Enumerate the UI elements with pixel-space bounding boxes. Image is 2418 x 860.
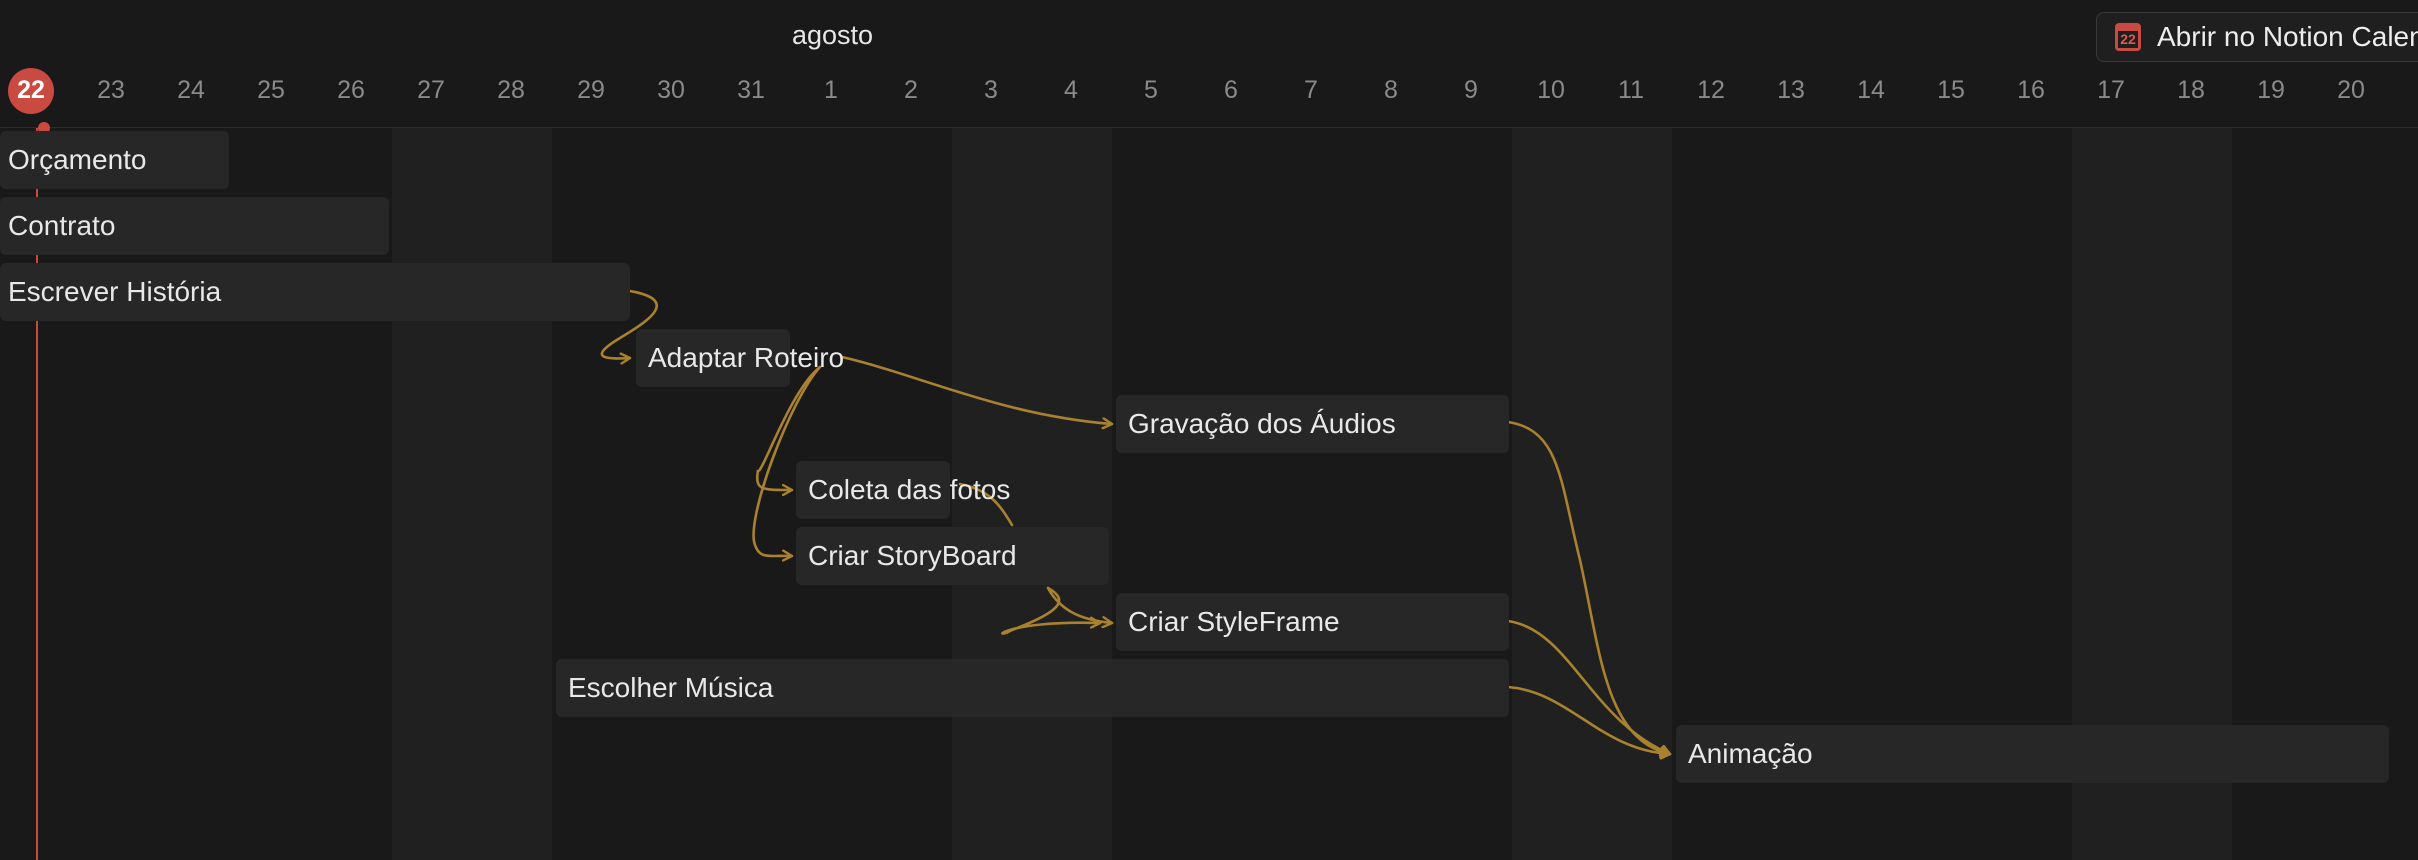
task-bar-orcamento[interactable]: Orçamento <box>0 131 229 189</box>
task-bar-escrever-historia[interactable]: Escrever História <box>0 263 630 321</box>
task-bar-adaptar-roteiro[interactable]: Adaptar Roteiro <box>636 329 844 387</box>
task-bar-gravacao-dos-audios[interactable]: Gravação dos Áudios <box>1116 395 1509 453</box>
task-bar-escolher-musica[interactable]: Escolher Música <box>556 659 1509 717</box>
task-bar-animacao[interactable]: Animação <box>1676 725 2389 783</box>
timeline-view: agosto 22 23 24 25 26 27 28 29 30 31 1 2… <box>0 0 2418 860</box>
task-bar-coleta-das-fotos[interactable]: Coleta das fotos <box>796 461 1010 519</box>
dependency-arrow <box>1506 619 1672 754</box>
dependency-arrow <box>1506 420 1672 754</box>
task-bar-criar-styleframe[interactable]: Criar StyleFrame <box>1116 593 1509 651</box>
task-bar-contrato[interactable]: Contrato <box>0 197 389 255</box>
dependency-arrow <box>840 355 1114 424</box>
task-bar-criar-storyboard[interactable]: Criar StoryBoard <box>796 527 1109 585</box>
